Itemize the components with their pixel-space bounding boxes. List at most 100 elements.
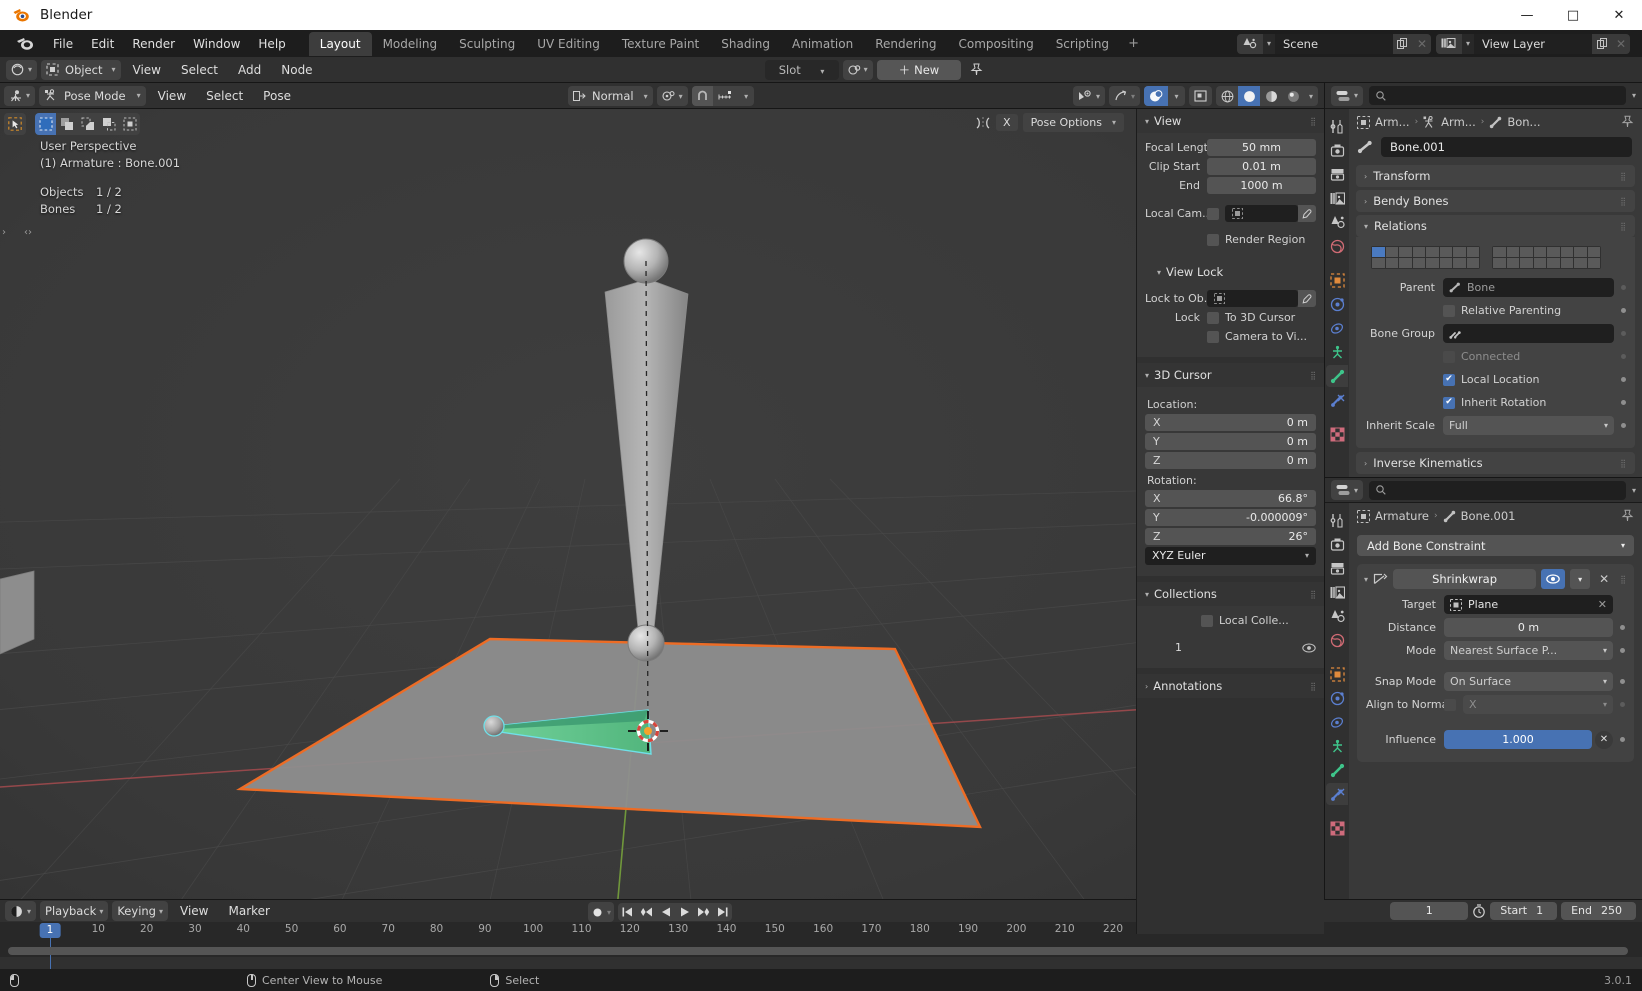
tab-bone-2[interactable] [1326,759,1348,781]
tab-world[interactable] [1326,235,1348,257]
select-new-icon[interactable] [35,113,56,135]
toolbar-expand-arrows[interactable]: ‹› [24,227,32,238]
bone-layer-grid-primary[interactable] [1371,246,1480,269]
pin-icon[interactable] [1621,509,1634,522]
panel-relations-header[interactable]: ▾ Relations ⣿ [1356,215,1635,237]
timeline-scrollbar[interactable] [8,947,1628,955]
lock-to-3d-cursor-checkbox[interactable] [1207,311,1219,324]
animate-dot[interactable] [1620,702,1625,707]
close-button[interactable]: ✕ [1596,0,1642,30]
select-subtract-icon[interactable] [77,113,98,135]
jump-to-prev-keyframe-icon[interactable] [637,903,656,921]
clip-start-value[interactable]: 0.01 m [1207,158,1316,175]
view-layer-unlink-icon[interactable]: ✕ [1612,33,1630,54]
animate-dot[interactable] [1621,331,1626,336]
tab-object-2[interactable] [1326,663,1348,685]
cursor-location-y[interactable]: Y 0 m [1145,433,1316,450]
workspace-tab-scripting[interactable]: Scripting [1045,32,1120,56]
tab-output[interactable] [1326,163,1348,185]
gizmo-dropdown[interactable]: ▾ [1108,86,1140,106]
animate-dot[interactable] [1621,400,1626,405]
panel-transform-header[interactable]: › Transform ⣿ [1356,165,1635,187]
object-mode-dropdown[interactable]: Object ▾ [41,59,121,80]
rendered-shading-icon[interactable] [1282,86,1304,106]
menu-edit[interactable]: Edit [82,34,123,54]
animate-dot[interactable] [1621,308,1626,313]
menu-render[interactable]: Render [123,34,184,54]
properties-search-input[interactable] [1369,86,1626,105]
animate-dot[interactable] [1620,737,1625,742]
tab-bone-constraint-2[interactable] [1326,783,1348,805]
animate-dot[interactable] [1620,625,1625,630]
sidebar-panel-collections-header[interactable]: ▾ Collections ⣿ [1137,582,1324,606]
sidebar-panel-view-header[interactable]: ▾ View ⣿ [1137,109,1324,133]
app-menu-icon[interactable] [16,35,36,53]
tab-scene-2[interactable] [1326,605,1348,627]
tab-physics-2[interactable] [1326,735,1348,757]
pose-mode-dropdown[interactable]: Pose Mode ▾ [39,85,146,106]
render-region-checkbox[interactable] [1207,233,1219,246]
lock-to-object-eyedropper-icon[interactable] [1298,290,1316,307]
constraint-delete-icon[interactable]: ✕ [1595,569,1613,589]
animate-dot[interactable] [1621,354,1626,359]
3d-viewport-canvas[interactable]: User Perspective (1) Armature : Bone.001… [0,109,1324,934]
tab-material[interactable] [1326,423,1348,445]
properties-search-input-2[interactable] [1369,480,1626,500]
local-camera-field[interactable] [1225,205,1298,222]
constraint-target-clear-icon[interactable]: ✕ [1598,595,1607,614]
frame-end-field[interactable]: End 250 [1561,902,1636,920]
minimize-button[interactable]: — [1504,0,1550,30]
tab-object[interactable] [1326,269,1348,291]
solid-shading-icon[interactable] [1238,86,1260,106]
jump-to-next-keyframe-icon[interactable] [694,903,713,921]
lock-to-object-field[interactable] [1207,290,1298,307]
sidebar-tab-item[interactable]: Item [1136,149,1137,191]
play-icon[interactable] [675,903,694,921]
align-axis-dropdown[interactable]: X ▾ [1463,695,1613,714]
constraint-visibility-icon[interactable] [1541,569,1566,589]
workspace-tab-sculpting[interactable]: Sculpting [448,32,526,56]
scene-name[interactable]: Scene [1274,33,1393,54]
sidebar-panel-cursor-header[interactable]: ▾ 3D Cursor ⣿ [1137,363,1324,387]
scene-duplicate-icon[interactable] [1392,33,1413,54]
local-collections-checkbox[interactable] [1201,614,1213,627]
tab-particles[interactable] [1326,317,1348,339]
breadcrumb-armature-name[interactable]: Arm... [1441,115,1476,129]
visibility-dropdown[interactable]: ▾ [1072,86,1105,106]
inherit-rotation-checkbox[interactable] [1443,396,1455,409]
constraint-influence-slider[interactable]: 1.000 [1444,730,1592,749]
view-layer-name[interactable]: View Layer [1474,33,1592,54]
tab-bone-constraint[interactable] [1326,389,1348,411]
tab-world-2[interactable] [1326,629,1348,651]
properties-options-chevron-icon-2[interactable]: ▾ [1632,486,1636,495]
animate-dot[interactable] [1621,377,1626,382]
lock-camera-to-view-checkbox[interactable] [1207,330,1219,343]
wireframe-shading-icon[interactable] [1216,86,1238,106]
tab-tool-2[interactable] [1326,509,1348,531]
sidebar-panel-annotations-header[interactable]: › Annotations ⣿ [1137,674,1324,698]
timeline-ruler[interactable]: 10 20 30 40 50 60 70 80 90 100 110 120 130 140 150 160 1… [0,922,1642,971]
cursor-rotation-z[interactable]: Z 26° [1145,528,1316,545]
constraint-extras-icon[interactable]: ▾ [1570,569,1591,589]
tab-output-2[interactable] [1326,557,1348,579]
bone-layer-grid-secondary[interactable] [1492,246,1601,269]
animate-dot[interactable] [1620,648,1625,653]
constraint-mode-dropdown[interactable]: Nearest Surface P... ▾ [1444,641,1613,660]
node-menu-view[interactable]: View [125,63,169,77]
inherit-scale-dropdown[interactable]: Full ▾ [1443,416,1614,435]
tab-modifiers[interactable] [1326,293,1348,315]
tab-render[interactable] [1326,139,1348,161]
use-preview-range-icon[interactable] [1472,904,1486,918]
tab-tool[interactable] [1326,115,1348,137]
constraint-distance-value[interactable]: 0 m [1444,618,1613,637]
breadcrumb-object-name[interactable]: Arm... [1375,115,1410,129]
bone-group-field[interactable] [1443,324,1614,343]
material-preview-shading-icon[interactable] [1260,86,1282,106]
node-menu-add[interactable]: Add [230,63,269,77]
overlays-chevron-icon[interactable]: ▾ [1168,86,1185,106]
workspace-tab-texture-paint[interactable]: Texture Paint [611,32,710,56]
pivot-point-dropdown[interactable]: ▾ [656,86,688,106]
tab-physics[interactable] [1326,341,1348,363]
pose-options-dropdown[interactable]: Pose Options ▾ [1022,113,1124,132]
workspace-tab-animation[interactable]: Animation [781,32,864,56]
